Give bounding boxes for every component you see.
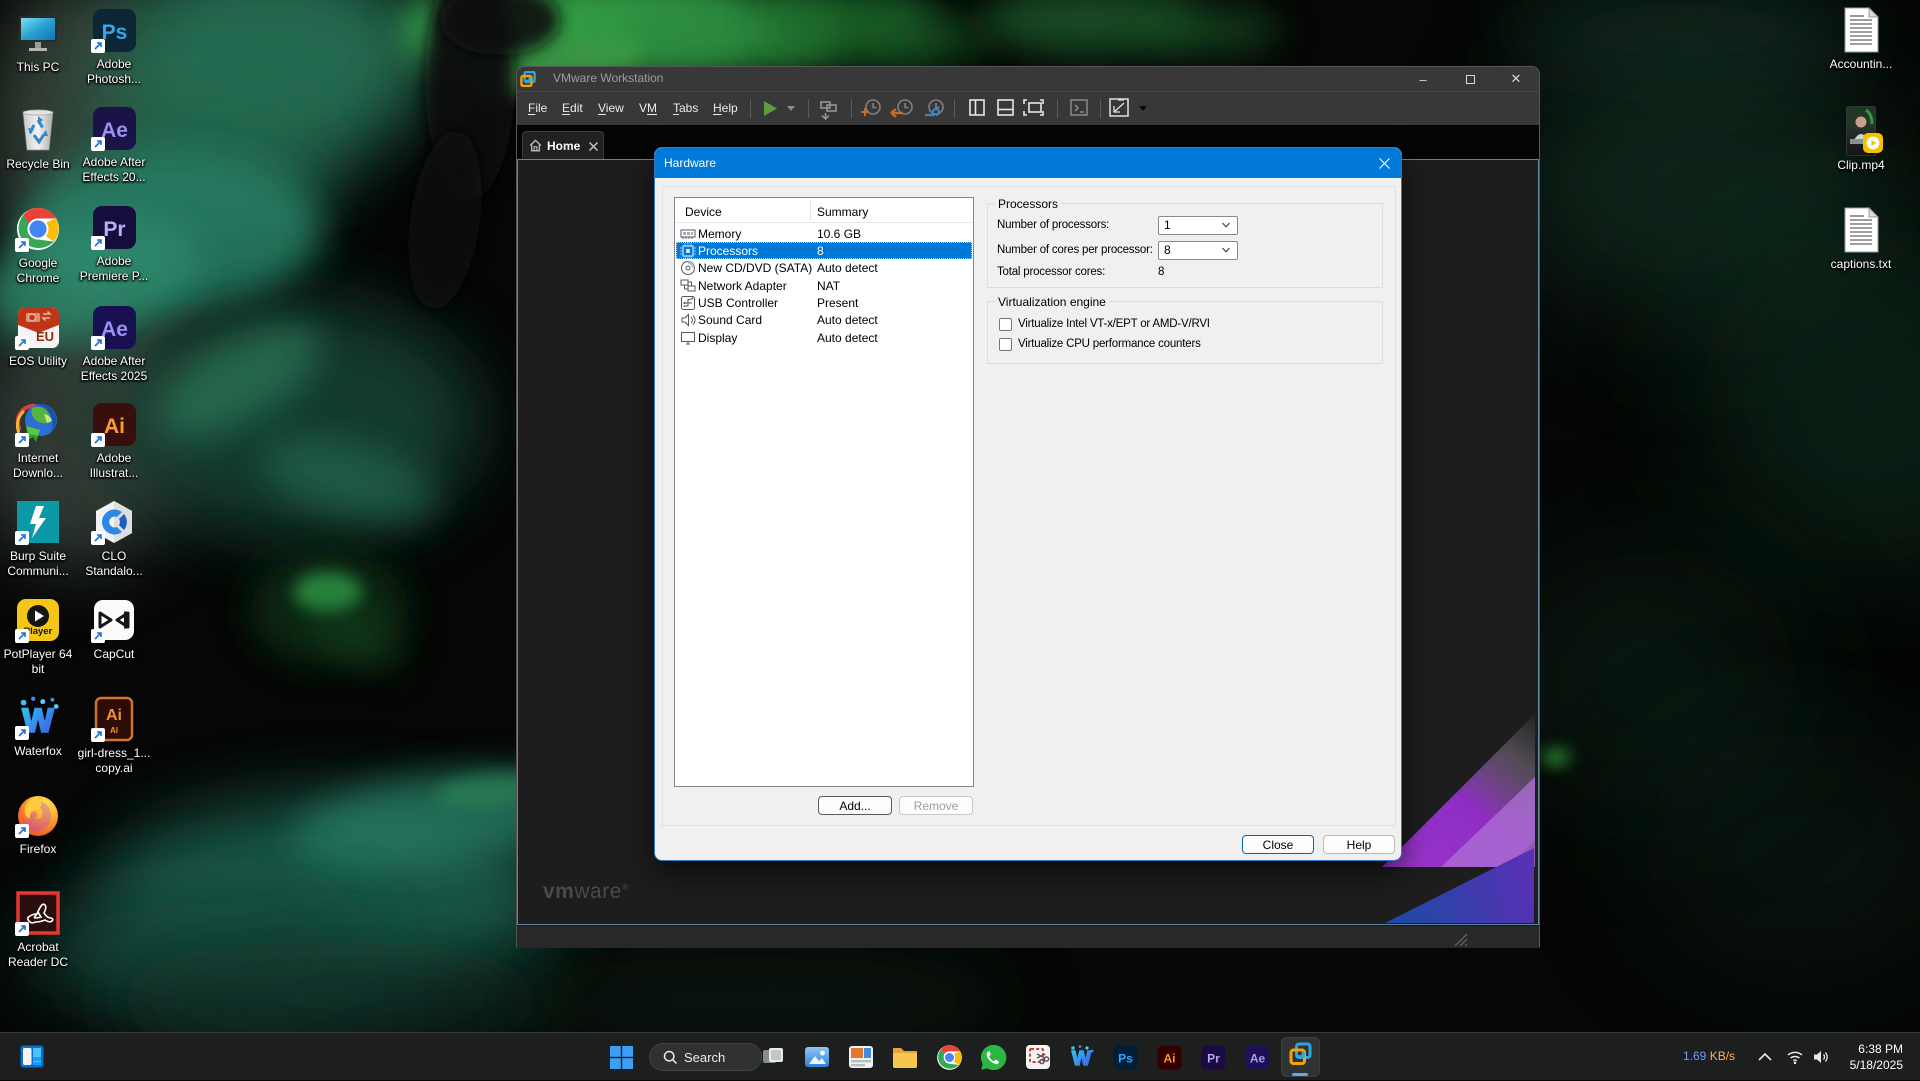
svg-text:Ai: Ai <box>106 707 122 724</box>
svg-text:Ai: Ai <box>104 415 125 438</box>
svg-text:W: W <box>1072 1048 1091 1070</box>
svg-text:Ae: Ae <box>1249 1051 1265 1065</box>
svg-text:Ai: Ai <box>1163 1051 1175 1065</box>
svg-text:Pr: Pr <box>1207 1051 1220 1065</box>
svg-text:EU: EU <box>35 329 53 344</box>
svg-text:AI: AI <box>110 726 118 735</box>
svg-text:Ps: Ps <box>1118 1051 1133 1065</box>
svg-text:Ps: Ps <box>101 21 127 44</box>
svg-text:Pr: Pr <box>103 218 125 241</box>
